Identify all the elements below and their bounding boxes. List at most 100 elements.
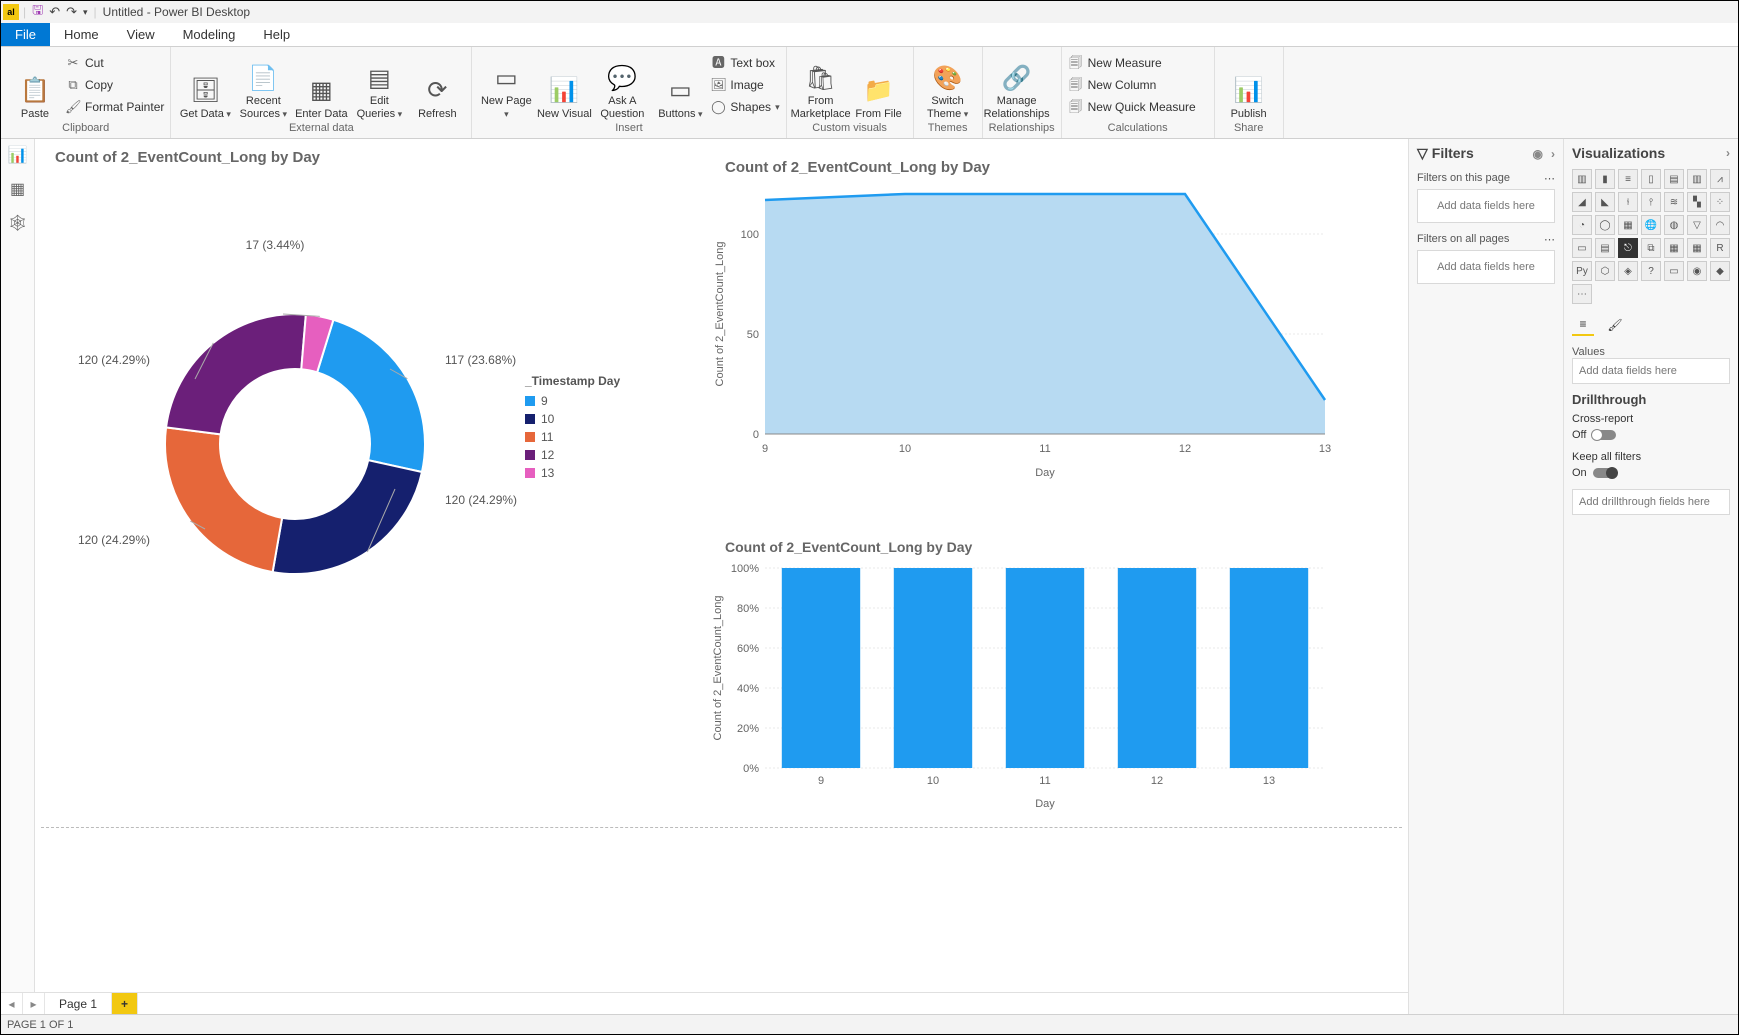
expand-right-icon[interactable]: › — [1551, 147, 1555, 161]
fields-tab-icon[interactable]: ≡ — [1572, 314, 1594, 336]
publish-button[interactable]: 📊Publish — [1221, 51, 1277, 121]
shapes-button[interactable]: ◯Shapes — [710, 98, 779, 118]
report-view-icon[interactable]: 📊 — [8, 145, 28, 165]
new-column-button[interactable]: 🗐New Column — [1068, 76, 1157, 96]
donut-visual[interactable]: Count of 2_EventCount_Long by Day 117 (2… — [55, 149, 695, 689]
more-icon[interactable]: ⋯ — [1544, 233, 1555, 246]
format-tab-icon[interactable]: 🖌 — [1604, 314, 1626, 336]
viz-matrix[interactable]: ▦ — [1687, 238, 1707, 258]
keep-filters-toggle[interactable] — [1593, 468, 1617, 478]
paste-button[interactable]: 📋Paste — [7, 51, 63, 121]
edit-queries-button[interactable]: ▤Edit Queries — [351, 51, 407, 121]
text-box-button[interactable]: 🅰Text box — [710, 54, 775, 74]
viz-ribbon[interactable]: ≋ — [1664, 192, 1684, 212]
bar-visual[interactable]: Count of 2_EventCount_Long by Day 0%20%4… — [705, 539, 1345, 819]
viz-line-column[interactable]: ⫮ — [1618, 192, 1638, 212]
new-quick-measure-button[interactable]: 🗐New Quick Measure — [1068, 98, 1196, 118]
viz-funnel[interactable]: ▽ — [1687, 215, 1707, 235]
area-visual[interactable]: Count of 2_EventCount_Long by Day 050100… — [705, 159, 1345, 489]
values-well[interactable]: Add data fields here — [1572, 358, 1730, 384]
model-view-icon[interactable]: 🕸 — [7, 213, 27, 233]
viz-qna[interactable]: ? — [1641, 261, 1661, 281]
viz-donut[interactable]: ◯ — [1595, 215, 1615, 235]
marketplace-icon: 🛍 — [805, 65, 835, 93]
viz-multi-card[interactable]: ▤ — [1595, 238, 1615, 258]
viz-slicer[interactable]: ⧉ — [1641, 238, 1661, 258]
tab-file[interactable]: File — [1, 23, 50, 46]
recent-sources-button[interactable]: 📄Recent Sources — [235, 51, 291, 121]
filters-on-all-well[interactable]: Add data fields here — [1417, 250, 1555, 284]
viz-scatter[interactable]: ⁘ — [1710, 192, 1730, 212]
from-file-button[interactable]: 📁From File — [851, 51, 907, 121]
save-icon[interactable]: 🖫 — [32, 1, 43, 23]
app-icon: al — [3, 4, 19, 20]
undo-icon[interactable]: ↶ — [49, 4, 60, 20]
page-prev-button[interactable]: ◂ — [1, 993, 23, 1014]
viz-stacked-area[interactable]: ◣ — [1595, 192, 1615, 212]
get-data-button[interactable]: 🗄Get Data — [177, 51, 233, 121]
from-marketplace-button[interactable]: 🛍From Marketplace — [793, 51, 849, 121]
viz-arcgis[interactable]: ◉ — [1687, 261, 1707, 281]
viz-100-bar[interactable]: ▤ — [1664, 169, 1684, 189]
enter-data-button[interactable]: ▦Enter Data — [293, 51, 349, 121]
donut-title: Count of 2_EventCount_Long by Day — [55, 149, 695, 166]
report-canvas[interactable]: Count of 2_EventCount_Long by Day 117 (2… — [35, 139, 1408, 996]
refresh-button[interactable]: ⟳Refresh — [409, 51, 465, 121]
image-button[interactable]: 🖼Image — [710, 76, 763, 96]
redo-icon[interactable]: ↷ — [66, 4, 77, 20]
viz-clustered-column[interactable]: ▯ — [1641, 169, 1661, 189]
viz-paginated[interactable]: ▭ — [1664, 261, 1684, 281]
viz-decomposition[interactable]: ◈ — [1618, 261, 1638, 281]
svg-text:40%: 40% — [737, 683, 759, 695]
viz-area[interactable]: ◢ — [1572, 192, 1592, 212]
tab-help[interactable]: Help — [249, 23, 304, 46]
tab-home[interactable]: Home — [50, 23, 113, 46]
viz-gauge[interactable]: ◠ — [1710, 215, 1730, 235]
viz-key-influencers[interactable]: ⬡ — [1595, 261, 1615, 281]
eye-icon[interactable]: ◉ — [1533, 147, 1543, 161]
format-painter-button[interactable]: 🖌Format Painter — [65, 98, 164, 118]
viz-stacked-bar[interactable]: ▥ — [1572, 169, 1592, 189]
copy-button[interactable]: ⧉Copy — [65, 76, 113, 96]
edit-queries-icon: ▤ — [368, 65, 391, 93]
more-icon[interactable]: ⋯ — [1544, 172, 1555, 185]
cross-report-toggle[interactable] — [1592, 430, 1616, 440]
tab-view[interactable]: View — [113, 23, 169, 46]
new-visual-button[interactable]: 📊New Visual — [536, 51, 592, 121]
viz-filled-map[interactable]: ◍ — [1664, 215, 1684, 235]
viz-pie[interactable]: ◔ — [1572, 215, 1592, 235]
page-add-button[interactable]: + — [112, 993, 138, 1014]
svg-text:11: 11 — [1039, 443, 1050, 455]
data-view-icon[interactable]: ▦ — [10, 179, 25, 199]
viz-card[interactable]: ▭ — [1572, 238, 1592, 258]
new-measure-button[interactable]: 🗐New Measure — [1068, 54, 1162, 74]
viz-line[interactable]: ⩘ — [1710, 169, 1730, 189]
viz-py[interactable]: Py — [1572, 261, 1592, 281]
page-next-button[interactable]: ▸ — [23, 993, 45, 1014]
qat-dropdown-icon[interactable]: ▾ — [83, 7, 88, 18]
viz-100-column[interactable]: ▥ — [1687, 169, 1707, 189]
viz-more[interactable]: ⋯ — [1572, 284, 1592, 304]
ribbon-group-share: 📊Publish Share — [1215, 47, 1284, 138]
filters-on-page-well[interactable]: Add data fields here — [1417, 189, 1555, 223]
switch-theme-button[interactable]: 🎨Switch Theme — [920, 51, 976, 121]
viz-kpi[interactable]: ⎋ — [1618, 238, 1638, 258]
viz-waterfall[interactable]: ▚ — [1687, 192, 1707, 212]
viz-treemap[interactable]: ▦ — [1618, 215, 1638, 235]
manage-relationships-button[interactable]: 🔗Manage Relationships — [989, 51, 1045, 121]
expand-right-icon[interactable]: › — [1726, 146, 1730, 160]
viz-clustered-bar[interactable]: ≡ — [1618, 169, 1638, 189]
ask-question-button[interactable]: 💬Ask A Question — [594, 51, 650, 121]
tab-modeling[interactable]: Modeling — [169, 23, 250, 46]
viz-table[interactable]: ▦ — [1664, 238, 1684, 258]
cut-button[interactable]: ✂Cut — [65, 54, 104, 74]
viz-line-clustered[interactable]: ⫯ — [1641, 192, 1661, 212]
viz-r[interactable]: R — [1710, 238, 1730, 258]
viz-map[interactable]: 🌐 — [1641, 215, 1661, 235]
new-page-button[interactable]: ▭New Page — [478, 51, 534, 121]
drillthrough-well[interactable]: Add drillthrough fields here — [1572, 489, 1730, 515]
viz-powerapps[interactable]: ◆ — [1710, 261, 1730, 281]
buttons-button[interactable]: ▭Buttons — [652, 51, 708, 121]
page-tab-1[interactable]: Page 1 — [45, 993, 112, 1014]
viz-stacked-column[interactable]: ▮ — [1595, 169, 1615, 189]
